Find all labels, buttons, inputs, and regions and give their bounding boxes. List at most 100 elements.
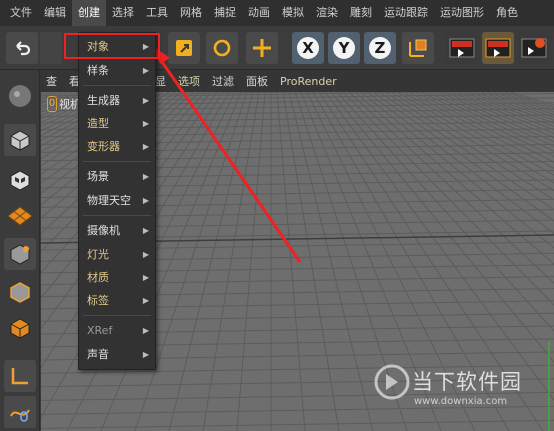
edges-mode-icon (10, 282, 30, 303)
menu-separator (83, 215, 151, 216)
menu-select[interactable]: 选择 (106, 0, 140, 26)
render-settings-button[interactable] (518, 32, 550, 64)
menu-character[interactable]: 角色 (490, 0, 524, 26)
workplane-icon (7, 206, 33, 226)
menu-sculpt[interactable]: 雕刻 (344, 0, 378, 26)
rotate-icon (213, 39, 231, 57)
render-view-icon (449, 38, 475, 58)
main-menu-bar: 文件 编辑 创建 选择 工具 网格 捕捉 动画 模拟 渲染 雕刻 运动跟踪 运动… (0, 0, 554, 26)
submenu-arrow-icon: ▶ (142, 119, 149, 128)
axis-y-button[interactable]: Y (328, 32, 360, 64)
render-view-button[interactable] (446, 32, 478, 64)
viewport-title: 0 视机 (47, 96, 81, 112)
create-menu-item-label: 灯光 (87, 248, 109, 261)
create-menu-item[interactable]: 变形器 ▶ (79, 137, 155, 157)
points-mode-button[interactable] (4, 238, 36, 270)
create-menu-item-label: 摄像机 (87, 224, 120, 237)
menu-snap[interactable]: 捕捉 (208, 0, 242, 26)
submenu-arrow-icon: ▶ (142, 172, 149, 181)
menu-render[interactable]: 渲染 (310, 0, 344, 26)
render-picture-viewer-icon (485, 38, 511, 58)
submenu-arrow-icon: ▶ (142, 326, 149, 335)
move-icon (253, 39, 271, 57)
move-tool-button[interactable] (246, 32, 278, 64)
axis-mode-button[interactable] (4, 360, 36, 392)
workplane-mode-button[interactable] (4, 200, 36, 232)
menu-mesh[interactable]: 网格 (174, 0, 208, 26)
create-menu-item[interactable]: 造型 ▶ (79, 114, 155, 134)
create-menu-item-label: 造型 (87, 117, 109, 130)
axis-z-label: Z (374, 39, 386, 57)
menu-file[interactable]: 文件 (4, 0, 38, 26)
polygons-mode-button[interactable] (4, 312, 36, 344)
menu-animate[interactable]: 动画 (242, 0, 276, 26)
menu-tools[interactable]: 工具 (140, 0, 174, 26)
create-menu-item-label: 生成器 (87, 94, 120, 107)
menu-simulate[interactable]: 模拟 (276, 0, 310, 26)
create-menu-item-label: 场景 (87, 170, 109, 183)
menu-separator (83, 161, 151, 162)
menu-edit[interactable]: 编辑 (38, 0, 72, 26)
view-menu-prorender[interactable]: ProRender (274, 75, 343, 88)
create-menu-item[interactable]: 摄像机 ▶ (79, 221, 155, 241)
submenu-arrow-icon: ▶ (142, 273, 149, 282)
scale-tool-button[interactable] (168, 32, 200, 64)
texture-mode-icon (10, 170, 30, 191)
texture-mode-button[interactable] (4, 164, 36, 196)
grid-line (41, 405, 554, 415)
create-menu-item[interactable]: 声音 ▶ (79, 345, 155, 365)
create-menu-item[interactable]: 生成器 ▶ (79, 91, 155, 111)
menu-create[interactable]: 创建 (72, 0, 106, 26)
view-menu-panel[interactable]: 面板 (240, 73, 274, 89)
create-menu-item-label: 变形器 (87, 140, 120, 153)
points-mode-icon (10, 244, 30, 265)
make-editable-button[interactable] (4, 80, 36, 112)
create-menu-item[interactable]: 物理天空 ▶ (79, 191, 155, 211)
rotate-tool-button[interactable] (206, 32, 238, 64)
view-menu-view[interactable]: 查 (40, 73, 63, 89)
create-menu-item[interactable]: 标签 ▶ (79, 291, 155, 311)
view-menu-filter[interactable]: 过滤 (206, 73, 240, 89)
model-mode-icon (10, 130, 30, 151)
undo-icon (16, 41, 31, 56)
axis-z-button[interactable]: Z (364, 32, 396, 64)
create-menu-item-label: 材质 (87, 271, 109, 284)
menu-separator (83, 85, 151, 86)
menu-mograph[interactable]: 运动图形 (434, 0, 490, 26)
create-menu-item[interactable]: 材质 ▶ (79, 268, 155, 288)
grid-line (41, 419, 554, 429)
viewport-number-badge: 0 (47, 96, 57, 112)
axis-mode-icon (11, 368, 28, 385)
edges-mode-button[interactable] (4, 276, 36, 308)
create-menu-item-label: 物理天空 (87, 194, 131, 207)
menu-motion-tracking[interactable]: 运动跟踪 (378, 0, 434, 26)
coordinate-system-icon (409, 39, 427, 57)
watermark-title: 当下软件园 (412, 370, 522, 394)
tweak-mode-icon (10, 409, 30, 422)
highlight-box (64, 33, 160, 59)
create-dropdown-menu: 对象 ▶ 样条 ▶ 生成器 ▶ 造型 ▶ 变形器 ▶ 场景 ▶ 物理天空 ▶ 摄像机 ▶ 灯光 ▶ 材质 ▶ 标签 ▶ XR… (78, 32, 156, 370)
model-mode-button[interactable] (4, 124, 36, 156)
coordinate-system-button[interactable] (402, 32, 434, 64)
view-menu-options[interactable]: 选项 (172, 73, 206, 89)
submenu-arrow-icon: ▶ (142, 350, 149, 359)
submenu-arrow-icon: ▶ (142, 296, 149, 305)
render-settings-icon (521, 38, 547, 58)
submenu-arrow-icon: ▶ (142, 142, 149, 151)
render-picture-viewer-button[interactable] (482, 32, 514, 64)
undo-button[interactable] (6, 32, 38, 64)
create-menu-item[interactable]: 灯光 ▶ (79, 245, 155, 265)
redo-button[interactable] (40, 32, 62, 64)
create-menu-item-label: XRef (87, 324, 113, 337)
tweak-mode-button[interactable] (4, 396, 36, 428)
create-menu-item[interactable]: XRef ▶ (79, 321, 155, 341)
scale-icon (176, 40, 192, 56)
submenu-arrow-icon: ▶ (142, 66, 149, 75)
create-menu-item[interactable]: 场景 ▶ (79, 167, 155, 187)
submenu-arrow-icon: ▶ (142, 226, 149, 235)
left-tool-palette (0, 70, 40, 431)
create-menu-item[interactable]: 样条 ▶ (79, 61, 155, 81)
polygons-mode-icon (10, 318, 30, 339)
submenu-arrow-icon: ▶ (142, 96, 149, 105)
axis-x-button[interactable]: X (292, 32, 324, 64)
